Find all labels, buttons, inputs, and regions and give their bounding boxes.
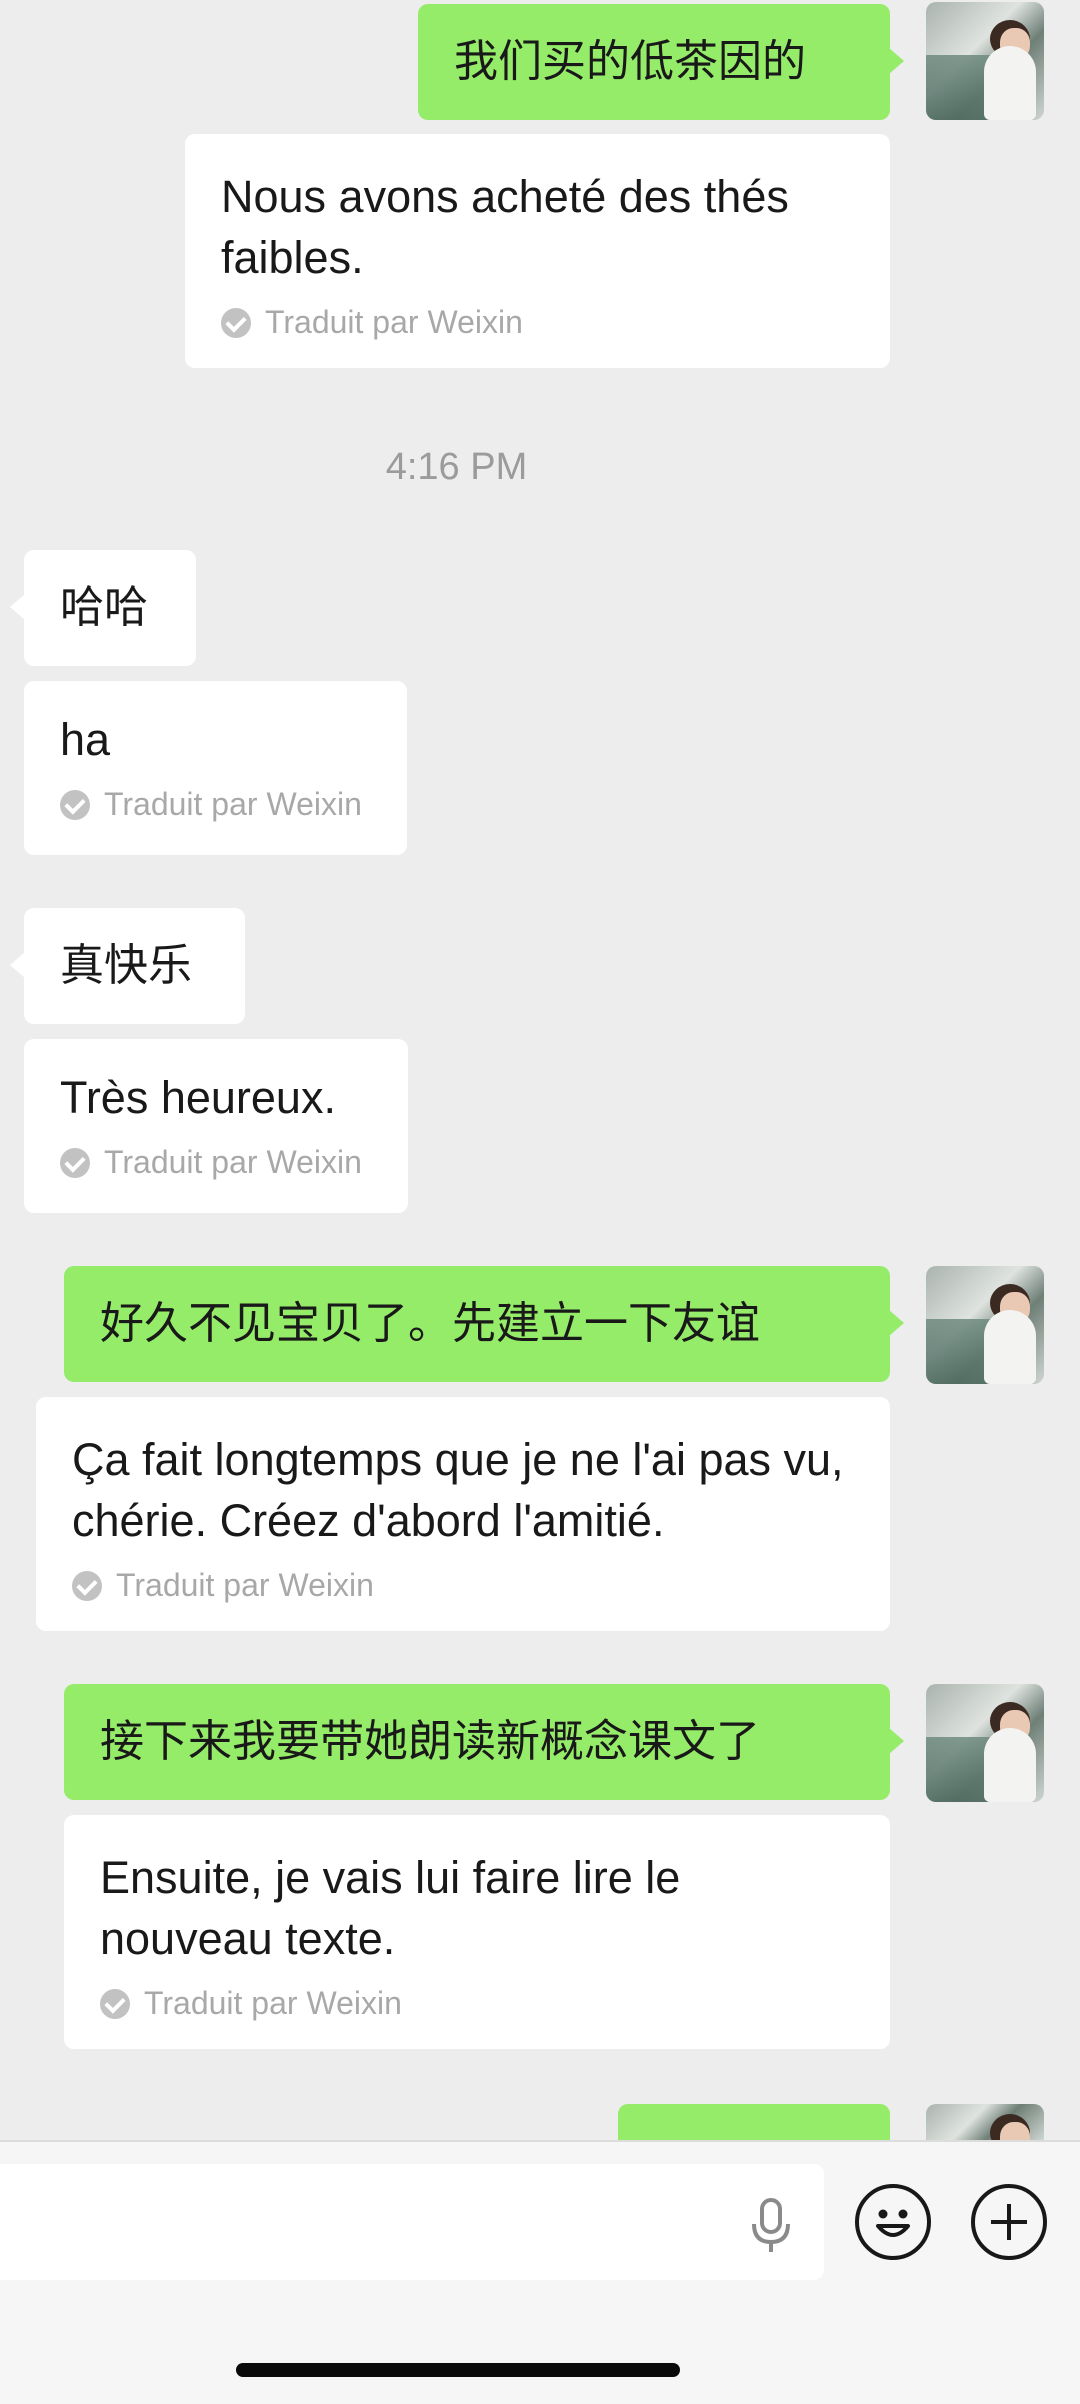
translation-credit: Traduit par Weixin	[221, 304, 854, 341]
message-text: 接下来我要带她朗读新概念课文了	[100, 1717, 760, 1766]
avatar[interactable]	[926, 1266, 1044, 1384]
message-text: 哈哈	[60, 583, 148, 632]
translation-text: Ça fait longtemps que je ne l'ai pas vu,…	[72, 1434, 844, 1546]
avatar[interactable]	[926, 2, 1044, 120]
translation-card[interactable]: Très heureux. Traduit par Weixin	[24, 1039, 408, 1213]
translation-card[interactable]: Ensuite, je vais lui faire lire le nouve…	[64, 1815, 890, 2049]
message-text: 我们买的低茶因的	[454, 37, 806, 86]
credit-label: Traduit par Weixin	[116, 1567, 374, 1603]
plus-circle-icon	[991, 2204, 1027, 2240]
message-bubble-sent[interactable]: 接下来我要带她朗读新概念课文了	[64, 1684, 904, 1800]
credit-label: Traduit par Weixin	[265, 304, 523, 340]
message-bubble-sent[interactable]: 好久不见宝贝了。先建立一下友谊	[64, 1266, 904, 1382]
check-icon	[60, 789, 90, 820]
timestamp: 4:16 PM	[385, 446, 528, 488]
translation-credit: Traduit par Weixin	[60, 1144, 372, 1181]
translation-text: Nous avons acheté des thés faibles.	[221, 171, 789, 283]
check-icon	[221, 307, 251, 338]
message-text: 真快乐	[60, 941, 192, 990]
translation-credit: Traduit par Weixin	[72, 1567, 854, 1604]
microphone-icon[interactable]	[748, 2198, 794, 2256]
credit-label: Traduit par Weixin	[104, 786, 362, 822]
message-text: 好久不见宝贝了。先建立一下友谊	[100, 1299, 760, 1348]
credit-label: Traduit par Weixin	[104, 1144, 362, 1180]
check-icon	[60, 1147, 90, 1178]
message-bubble-sent-partial[interactable]	[618, 2104, 890, 2140]
avatar[interactable]	[926, 1684, 1044, 1802]
home-indicator[interactable]	[236, 2363, 680, 2377]
translation-text: Ensuite, je vais lui faire lire le nouve…	[100, 1852, 681, 1964]
translation-text: ha	[60, 714, 111, 765]
translation-card[interactable]: ha Traduit par Weixin	[24, 681, 407, 855]
emoji-icon	[876, 2209, 910, 2237]
message-bubble-received[interactable]: 真快乐	[10, 908, 245, 1024]
translation-text: Très heureux.	[60, 1072, 336, 1123]
translation-credit: Traduit par Weixin	[60, 786, 371, 823]
message-bubble-sent[interactable]: 我们买的低茶因的	[418, 4, 904, 120]
translation-card[interactable]: Ça fait longtemps que je ne l'ai pas vu,…	[36, 1397, 890, 1631]
check-icon	[72, 1570, 102, 1601]
message-bubble-received[interactable]: 哈哈	[10, 550, 196, 666]
more-button[interactable]	[971, 2184, 1047, 2260]
translation-card[interactable]: Nous avons acheté des thés faibles. Trad…	[185, 134, 890, 368]
avatar[interactable]	[926, 2104, 1044, 2140]
check-icon	[100, 1988, 130, 2019]
translation-credit: Traduit par Weixin	[100, 1985, 854, 2022]
message-input[interactable]	[0, 2164, 824, 2280]
emoji-button[interactable]	[855, 2184, 931, 2260]
credit-label: Traduit par Weixin	[144, 1985, 402, 2021]
